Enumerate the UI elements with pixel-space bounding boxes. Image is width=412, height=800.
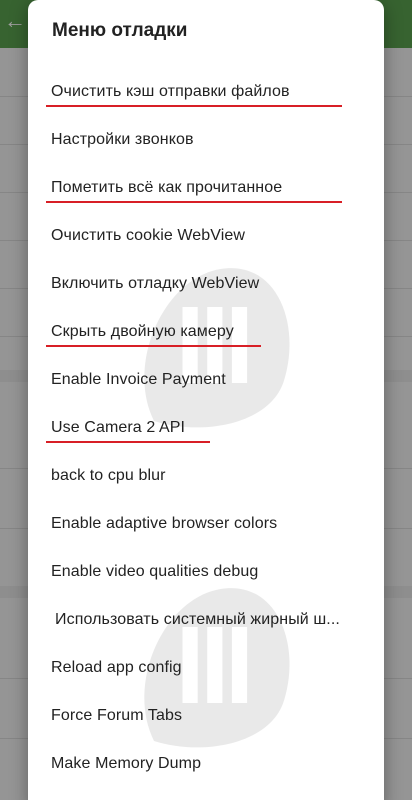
menu-item-label: Make Memory Dump bbox=[51, 755, 202, 772]
menu-item-enable-invoice-payment[interactable]: Enable Invoice Payment bbox=[28, 356, 384, 404]
menu-item-make-memory-dump[interactable]: Make Memory Dump bbox=[28, 740, 384, 788]
menu-item-label: Enable video qualities debug bbox=[51, 563, 259, 580]
menu-item-label: Enable Invoice Payment bbox=[51, 371, 226, 388]
menu-item-label: back to cpu blur bbox=[51, 467, 166, 484]
menu-item-reload-app-config[interactable]: Reload app config bbox=[28, 644, 384, 692]
menu-item-system-bold-font[interactable]: Использовать системный жирный ш... bbox=[28, 596, 384, 644]
highlight-underline bbox=[46, 345, 261, 347]
dialog-title: Меню отладки bbox=[52, 20, 188, 41]
debug-menu-list: Очистить кэш отправки файлов Настройки з… bbox=[28, 68, 384, 788]
menu-item-label: Enable adaptive browser colors bbox=[51, 515, 278, 532]
menu-item-label: Force Forum Tabs bbox=[51, 707, 183, 724]
menu-item-label: Включить отладку WebView bbox=[51, 275, 260, 292]
menu-item-label: Use Camera 2 API bbox=[51, 419, 186, 436]
debug-menu-dialog: Меню отладки Очистить кэш отправки файло… bbox=[28, 0, 384, 800]
menu-item-label: Скрыть двойную камеру bbox=[51, 323, 234, 340]
menu-item-force-forum-tabs[interactable]: Force Forum Tabs bbox=[28, 692, 384, 740]
menu-item-adaptive-browser-colors[interactable]: Enable adaptive browser colors bbox=[28, 500, 384, 548]
menu-item-use-camera2-api[interactable]: Use Camera 2 API bbox=[28, 404, 384, 452]
menu-item-label: Пометить всё как прочитанное bbox=[51, 179, 283, 196]
menu-item-label: Очистить кэш отправки файлов bbox=[51, 83, 290, 100]
menu-item-enable-webview-debug[interactable]: Включить отладку WebView bbox=[28, 260, 384, 308]
menu-item-label: Reload app config bbox=[51, 659, 182, 676]
menu-item-hide-dual-camera[interactable]: Скрыть двойную камеру bbox=[28, 308, 384, 356]
menu-item-clear-file-upload-cache[interactable]: Очистить кэш отправки файлов bbox=[28, 68, 384, 116]
menu-item-video-qualities-debug[interactable]: Enable video qualities debug bbox=[28, 548, 384, 596]
highlight-underline bbox=[46, 105, 342, 107]
menu-item-clear-webview-cookies[interactable]: Очистить cookie WebView bbox=[28, 212, 384, 260]
highlight-underline bbox=[46, 441, 210, 443]
screen: ← Меню отладки Очистить кэш отправки фай… bbox=[0, 0, 412, 800]
menu-item-label: Использовать системный жирный ш... bbox=[55, 611, 340, 628]
menu-item-label: Настройки звонков bbox=[51, 131, 194, 148]
menu-item-call-settings[interactable]: Настройки звонков bbox=[28, 116, 384, 164]
highlight-underline bbox=[46, 201, 342, 203]
menu-item-mark-all-read[interactable]: Пометить всё как прочитанное bbox=[28, 164, 384, 212]
menu-item-label: Очистить cookie WebView bbox=[51, 227, 246, 244]
menu-item-back-to-cpu-blur[interactable]: back to cpu blur bbox=[28, 452, 384, 500]
